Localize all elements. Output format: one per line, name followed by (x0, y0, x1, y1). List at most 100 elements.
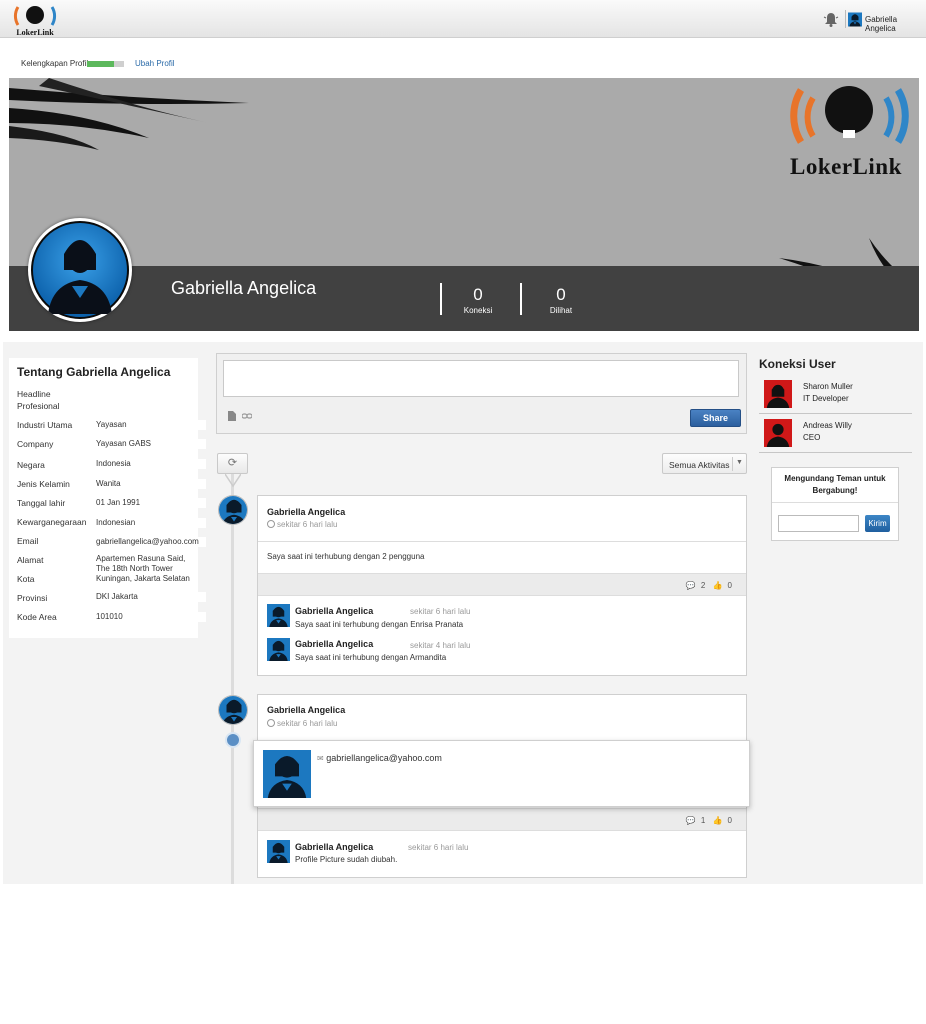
about-label-nationality: Kewarganegaraan (17, 517, 87, 527)
stat-divider (520, 283, 522, 315)
comment-author[interactable]: Gabriella Angelica (295, 639, 373, 649)
comment-avatar[interactable] (267, 604, 290, 627)
link-icon[interactable] (242, 411, 252, 421)
hover-card-avatar[interactable] (263, 750, 311, 798)
connection-avatar[interactable] (764, 419, 792, 447)
activity-filter-value: Semua Aktivitas (669, 460, 730, 470)
about-value-email: gabriellangelica@yahoo.com (96, 537, 206, 547)
profile-hover-card: ✉ gabriellangelica@yahoo.com (253, 740, 750, 807)
attach-file-icon[interactable] (227, 411, 237, 421)
connections-title: Koneksi User (759, 357, 836, 371)
logo-text: LokerLink (16, 28, 54, 37)
about-value-area-code: 101010 (96, 612, 206, 622)
connection-item[interactable]: Sharon Muller IT Developer (759, 380, 912, 414)
timeline-avatar[interactable] (218, 495, 248, 525)
clock-icon (267, 719, 275, 727)
comment-time: sekitar 4 hari lalu (410, 641, 471, 650)
about-value-birthdate: 01 Jan 1991 (96, 498, 206, 508)
like-count[interactable]: 👍 0 (713, 581, 732, 590)
dropdown-divider (732, 457, 733, 471)
about-label-area-code: Kode Area (17, 612, 57, 622)
envelope-icon: ✉ (317, 754, 324, 763)
progress-fill (87, 61, 114, 67)
status-input[interactable] (223, 360, 739, 397)
topbar-divider (845, 10, 846, 28)
comment-text: Saya saat ini terhubung dengan Armandita (295, 653, 447, 662)
profile-banner: LokerLink Gabriella Angelica 0 Koneksi 0… (9, 78, 919, 331)
activity-filter-dropdown[interactable]: Semua Aktivitas ▼ (662, 453, 747, 474)
timeline-arrow (225, 474, 241, 488)
connection-role: CEO (803, 433, 821, 442)
post-counts: 💬 2 👍 0 (681, 581, 732, 590)
timeline-avatar[interactable] (218, 695, 248, 725)
invite-title: Mengundang Teman untuk Bergabung! (772, 468, 898, 503)
comment-author[interactable]: Gabriella Angelica (295, 606, 373, 616)
refresh-button[interactable]: ⟳ (217, 453, 248, 474)
invite-email-input[interactable] (778, 515, 859, 532)
about-label-industry: Industri Utama (17, 420, 73, 430)
stat-divider (440, 283, 442, 315)
post-author[interactable]: Gabriella Angelica (267, 507, 345, 517)
comment-time: sekitar 6 hari lalu (410, 607, 471, 616)
connection-item[interactable]: Andreas Willy CEO (759, 419, 912, 453)
activity-card: Gabriella Angelica sekitar 6 hari lalu S… (257, 495, 747, 676)
chevron-down-icon: ▼ (736, 459, 743, 466)
about-value-company: Yayasan GABS (96, 439, 206, 449)
profile-completeness-label: Kelengkapan Profil (21, 59, 89, 68)
connection-avatar[interactable] (764, 380, 792, 408)
lokerlink-logo[interactable]: LokerLink (12, 3, 58, 37)
invite-send-button[interactable]: Kirim (865, 515, 890, 532)
about-label-address: Alamat (17, 555, 44, 565)
comment-time: sekitar 6 hari lalu (408, 843, 469, 852)
connection-name[interactable]: Sharon Muller (803, 382, 853, 391)
views-label: Dilihat (549, 306, 573, 315)
post-footer: 💬 2 👍 0 (258, 573, 746, 596)
post-time: sekitar 6 hari lalu (267, 719, 337, 728)
profile-completeness-bar (87, 61, 124, 67)
connections-label[interactable]: Koneksi (458, 306, 498, 315)
about-value-industry: Yayasan (96, 420, 206, 430)
comment-avatar[interactable] (267, 840, 290, 863)
share-button[interactable]: Share (690, 409, 741, 427)
post-author[interactable]: Gabriella Angelica (267, 705, 345, 715)
hover-card-email[interactable]: ✉ gabriellangelica@yahoo.com (317, 753, 442, 763)
about-label-headline: Headline Profesional (17, 389, 60, 411)
post-composer: Share (216, 353, 747, 434)
post-counts: 💬 1 👍 0 (681, 816, 732, 825)
clock-icon (267, 520, 275, 528)
profile-name: Gabriella Angelica (171, 278, 317, 298)
notification-bell-icon[interactable] (823, 11, 839, 27)
profile-update-icon (225, 732, 241, 748)
about-label-country: Negara (17, 460, 45, 470)
about-value-address: Apartemen Rasuna Said, The 18th North To… (96, 554, 196, 584)
card-divider (258, 541, 746, 542)
connection-role: IT Developer (803, 394, 849, 403)
about-label-birthdate: Tanggal lahir (17, 498, 66, 508)
edit-profile-link[interactable]: Ubah Profil (135, 59, 175, 68)
user-avatar[interactable] (848, 12, 862, 27)
about-value-province: DKI Jakarta (96, 592, 206, 602)
comment-count[interactable]: 💬 2 (686, 581, 705, 590)
like-count[interactable]: 👍 0 (713, 816, 732, 825)
about-label-email: Email (17, 536, 39, 546)
about-label-gender: Jenis Kelamin (17, 479, 70, 489)
user-menu-name[interactable]: Gabriella Angelica (865, 15, 926, 33)
banner-logo-text: LokerLink (790, 154, 902, 179)
top-navbar: LokerLink Gabriella Angelica (0, 0, 926, 38)
comment-text: Saya saat ini terhubung dengan Enrisa Pr… (295, 620, 464, 629)
timeline-line (231, 474, 234, 884)
about-label-province: Provinsi (17, 593, 48, 603)
refresh-icon: ⟳ (227, 457, 238, 469)
connections-count[interactable]: 0 (458, 285, 498, 305)
about-value-country: Indonesia (96, 459, 206, 469)
comment-avatar[interactable] (267, 638, 290, 661)
profile-avatar[interactable] (28, 218, 132, 322)
comment-count[interactable]: 💬 1 (686, 816, 705, 825)
connection-name[interactable]: Andreas Willy (803, 421, 852, 430)
post-time: sekitar 6 hari lalu (267, 520, 337, 529)
about-label-city: Kota (17, 574, 35, 584)
comment-author[interactable]: Gabriella Angelica (295, 842, 373, 852)
about-title: Tentang Gabriella Angelica (17, 365, 171, 379)
about-value-nationality: Indonesian (96, 518, 206, 528)
comment-text: Profile Picture sudah diubah. (295, 855, 398, 864)
